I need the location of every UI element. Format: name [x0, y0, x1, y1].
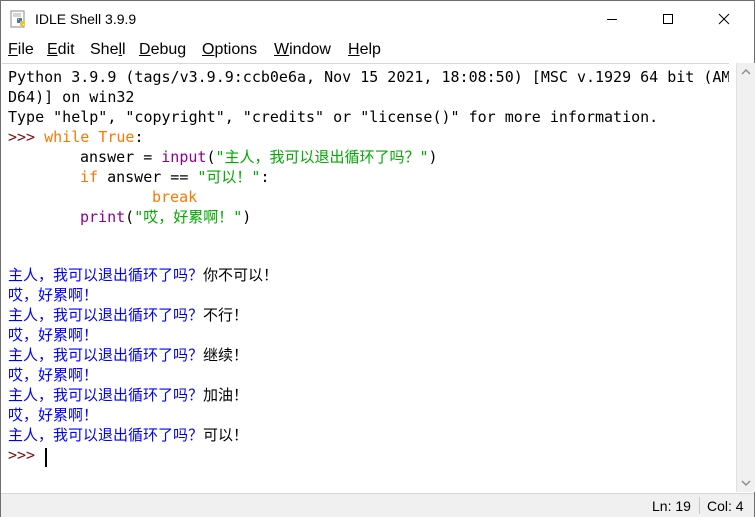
session-line: 哎，好累啊！ — [8, 366, 99, 384]
session-line: 主人，我可以退出循环了吗？你不可以！ — [8, 266, 279, 284]
chevron-down-icon — [741, 480, 751, 486]
menu-help[interactable]: Help — [348, 41, 381, 59]
banner-line: Type "help", "copyright", "credits" or "… — [8, 108, 659, 126]
minimize-button[interactable] — [586, 1, 638, 37]
session-line: 主人，我可以退出循环了吗？可以！ — [8, 426, 249, 444]
chevron-up-icon — [741, 69, 751, 75]
idle-shell-window: IDLE Shell 3.9.9 File Edit Shell Debug O… — [0, 0, 755, 517]
shell-text-area[interactable]: Python 3.9.9 (tags/v3.9.9:ccb0e6a, Nov 1… — [2, 63, 729, 493]
menu-bar: File Edit Shell Debug Options Window Hel… — [1, 37, 754, 63]
session-line: 哎，好累啊！ — [8, 326, 99, 344]
status-line-number: Ln: 19 — [652, 498, 691, 514]
vertical-scrollbar[interactable] — [736, 63, 755, 492]
shell-prompt: >>> — [8, 128, 45, 146]
status-bar: Ln: 19 Col: 4 — [1, 493, 754, 517]
banner-line: D64)] on win32 — [8, 88, 135, 106]
session-line: 哎，好累啊！ — [8, 286, 99, 304]
session-line: 主人，我可以退出循环了吗？不行！ — [8, 306, 249, 324]
scroll-down-button[interactable] — [737, 474, 755, 492]
session-line: 哎，好累啊！ — [8, 406, 99, 424]
text-cursor — [45, 448, 47, 467]
window-title: IDLE Shell 3.9.9 — [35, 11, 137, 27]
status-divider — [699, 497, 700, 514]
code-line: if answer == "可以！": — [80, 168, 270, 186]
menu-options[interactable]: Options — [202, 41, 257, 59]
status-column-number: Col: 4 — [707, 498, 744, 514]
maximize-icon — [663, 14, 673, 24]
minimize-icon — [607, 19, 617, 20]
code-line: >>> while True: — [8, 128, 144, 146]
menu-file[interactable]: File — [8, 41, 34, 59]
menu-shell[interactable]: Shell — [90, 41, 126, 59]
session-line: 主人，我可以退出循环了吗？加油！ — [8, 386, 249, 404]
code-line: answer = input("主人，我可以退出循环了吗？") — [80, 148, 438, 166]
title-bar[interactable]: IDLE Shell 3.9.9 — [1, 1, 754, 37]
session-line: 主人，我可以退出循环了吗？继续！ — [8, 346, 249, 364]
shell-prompt: >>> — [8, 446, 45, 464]
menu-edit[interactable]: Edit — [47, 41, 75, 59]
close-icon — [718, 13, 730, 25]
close-button[interactable] — [698, 1, 750, 37]
banner-line: Python 3.9.9 (tags/v3.9.9:ccb0e6a, Nov 1… — [8, 68, 729, 86]
code-line: break — [152, 188, 198, 206]
python-idle-icon — [10, 10, 25, 28]
scroll-up-button[interactable] — [737, 63, 755, 81]
code-line: print("哎，好累啊！") — [80, 208, 252, 226]
menu-debug[interactable]: Debug — [139, 41, 186, 59]
maximize-button[interactable] — [642, 1, 694, 37]
menu-window[interactable]: Window — [274, 41, 331, 59]
